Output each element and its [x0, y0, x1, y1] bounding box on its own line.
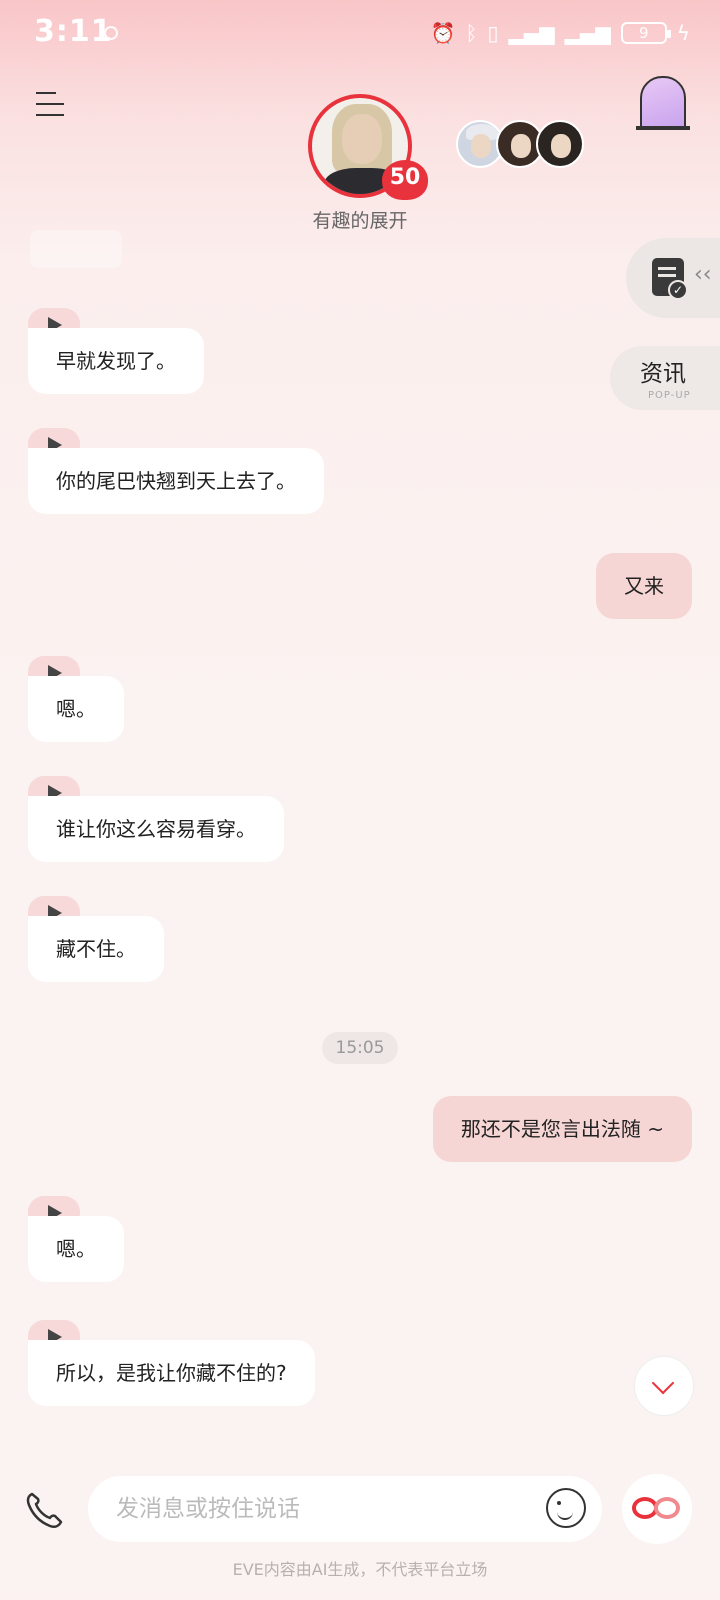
avatar[interactable]: [536, 120, 584, 168]
status-bar: 3:11 ⏰ ᛒ ▯ ▂▄▆ ▂▄▆ 9 ϟ: [0, 0, 720, 70]
incoming-message[interactable]: 藏不住。: [28, 916, 164, 982]
outgoing-message[interactable]: 那还不是您言出法随 ~: [432, 1096, 692, 1162]
incoming-message[interactable]: 嗯。: [28, 676, 124, 742]
outgoing-message[interactable]: 又来: [596, 553, 692, 619]
signal-icon-2: ▂▄▆: [564, 21, 611, 45]
room-icon[interactable]: [636, 76, 690, 130]
vibrate-icon: ▯: [487, 21, 499, 45]
alarm-icon: ⏰: [430, 21, 456, 45]
incoming-message[interactable]: 你的尾巴快翘到天上去了。: [28, 448, 324, 514]
emoji-icon[interactable]: [546, 1488, 586, 1528]
chat-list[interactable]: 早就发现了。 你的尾巴快翘到天上去了。 又来 嗯。 谁让你这么容易看穿。 藏不住…: [0, 230, 720, 1440]
message-input-placeholder: 发消息或按住说话: [116, 1496, 300, 1522]
bluetooth-icon: ᛒ: [465, 21, 478, 45]
phone-icon[interactable]: [22, 1488, 66, 1532]
faded-message: [30, 230, 122, 268]
other-characters[interactable]: [456, 120, 586, 170]
incoming-message[interactable]: 嗯。: [28, 1216, 124, 1282]
incoming-message[interactable]: 所以，是我让你藏不住的?: [28, 1340, 315, 1406]
affinity-badge: 50: [382, 160, 428, 200]
system-icons: ⏰ ᛒ ▯ ▂▄▆ ▂▄▆ 9 ϟ: [431, 20, 690, 46]
charging-icon: ϟ: [676, 21, 690, 45]
menu-icon[interactable]: [36, 90, 68, 118]
message-input[interactable]: 发消息或按住说话: [88, 1476, 602, 1542]
battery-icon: 9: [620, 22, 671, 44]
signal-icon: ▂▄▆: [508, 21, 555, 45]
timestamp: 15:05: [322, 1032, 398, 1064]
incoming-message[interactable]: 早就发现了。: [28, 328, 204, 394]
character-name: 有趣的展开: [312, 210, 408, 232]
notification-icon: [104, 26, 118, 40]
ai-disclaimer: EVE内容由AI生成，不代表平台立场: [232, 1560, 488, 1579]
incoming-message[interactable]: 谁让你这么容易看穿。: [28, 796, 284, 862]
infinity-button[interactable]: [622, 1474, 692, 1544]
affinity-value: 50: [389, 165, 421, 190]
scroll-down-button[interactable]: [634, 1356, 694, 1416]
status-time: 3:11: [34, 14, 113, 49]
